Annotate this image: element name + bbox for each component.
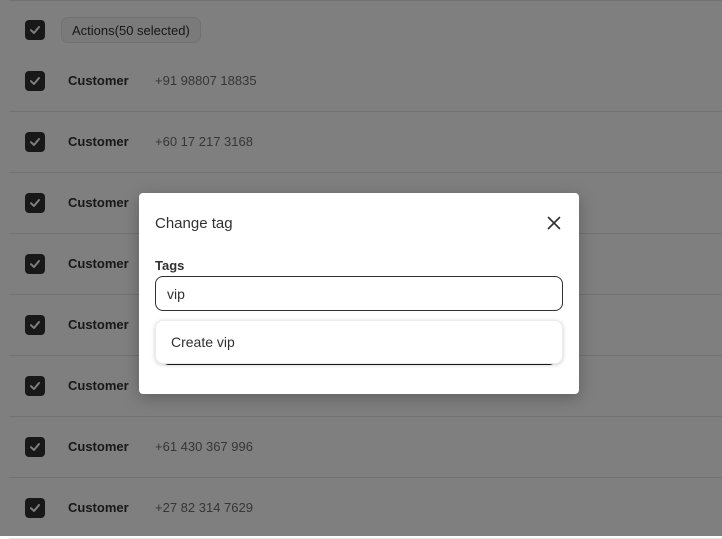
close-icon — [547, 216, 561, 230]
close-button[interactable] — [543, 212, 565, 234]
create-tag-option[interactable]: Create vip — [156, 321, 562, 363]
tags-label: Tags — [155, 258, 185, 273]
modal-title: Change tag — [155, 215, 233, 232]
tag-suggestions-dropdown: Create vip — [155, 320, 563, 364]
change-tag-modal: Change tag Tags Create vip — [139, 193, 579, 394]
tags-input[interactable] — [155, 276, 563, 311]
